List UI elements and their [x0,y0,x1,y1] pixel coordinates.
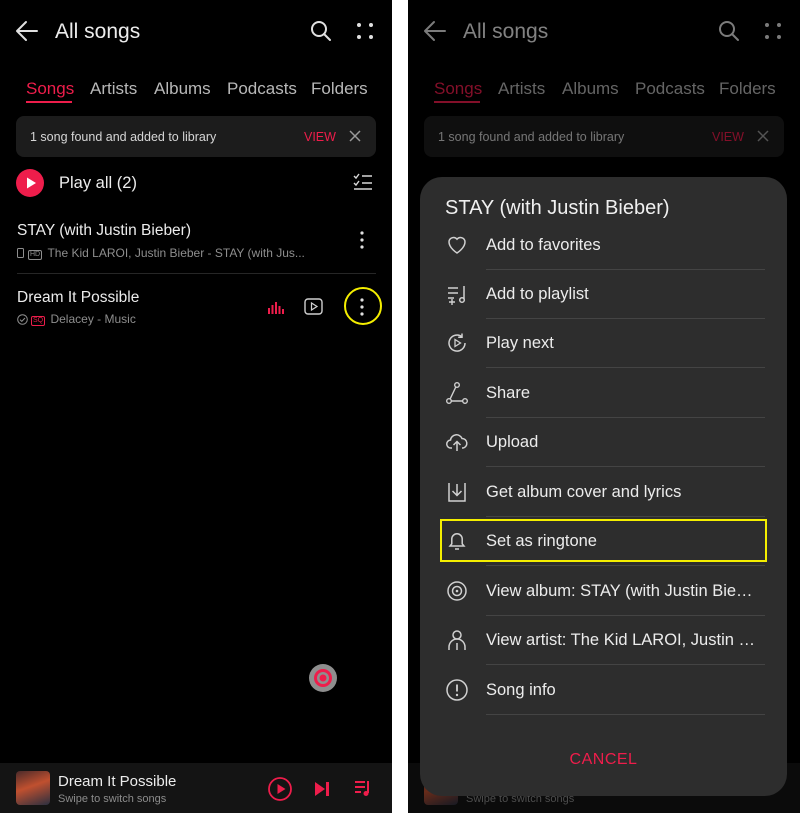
next-icon[interactable] [314,781,330,797]
list-item[interactable]: Dream It Possible SQ Delacey - Music [0,280,392,334]
playlist-icon[interactable] [354,780,372,797]
divider [17,273,376,274]
song-options-sheet: STAY (with Justin Bieber) Add to favorit… [420,177,787,796]
video-icon[interactable] [304,298,323,315]
banner-view-link[interactable]: VIEW [304,130,336,144]
tab-songs[interactable]: Songs [26,79,74,99]
quality-badge: SQ [31,316,46,326]
menu-item-get-album-cover[interactable]: Get album cover and lyrics [445,468,765,517]
play-circle-icon[interactable] [16,169,44,197]
list-item[interactable]: STAY (with Justin Bieber) HD The Kid LAR… [0,215,392,273]
divider [486,466,765,467]
divider [486,714,765,715]
search-icon[interactable] [310,20,332,42]
close-icon[interactable] [349,130,361,142]
player-title: Dream It Possible [58,773,177,790]
menu-item-view-artist[interactable]: View artist: The Kid LAROI, Justin Biebe… [445,616,765,665]
person-icon [445,628,469,652]
page-title: All songs [55,20,141,43]
tab-active-indicator [26,101,72,103]
add-playlist-icon [445,282,469,306]
more-vertical-icon[interactable] [360,231,364,249]
song-subtitle: Delacey - Music [50,312,136,326]
arrow-left-icon[interactable] [15,20,39,42]
menu-item-label: Upload [486,433,539,451]
song-title: STAY (with Justin Bieber) [17,222,192,239]
player-subtitle: Swipe to switch songs [58,793,167,805]
heart-icon [445,233,469,257]
highlight-marker [440,519,767,562]
menu-item-share[interactable]: Share [445,369,765,418]
menu-item-label: Get album cover and lyrics [486,483,682,501]
menu-item-label: Song info [486,681,556,699]
tab-albums[interactable]: Albums [154,79,211,99]
divider [486,367,765,368]
download-icon [445,480,469,504]
play-next-icon [445,331,469,355]
menu-item-add-to-playlist[interactable]: Add to playlist [445,270,765,319]
divider [486,565,765,566]
tab-podcasts[interactable]: Podcasts [227,79,297,99]
song-subtitle: The Kid LAROI, Justin Bieber - STAY (wit… [47,246,305,260]
cancel-button[interactable]: CANCEL [420,751,787,769]
phone-icon [17,248,24,258]
tab-folders[interactable]: Folders [311,79,368,99]
song-title: Dream It Possible [17,289,140,306]
highlight-marker [344,287,382,325]
checklist-icon[interactable] [353,173,373,191]
menu-item-label: Add to favorites [486,236,601,254]
menu-item-view-album[interactable]: View album: STAY (with Justin Bieber) [445,567,765,616]
sheet-title: STAY (with Justin Bieber) [445,197,670,219]
menu-item-play-next[interactable]: Play next [445,319,765,368]
play-icon[interactable] [268,777,292,801]
menu-item-label: Play next [486,334,554,352]
disc-icon [445,579,469,603]
menu-item-label: Add to playlist [486,285,589,303]
locate-song-icon[interactable] [309,664,337,692]
tab-artists[interactable]: Artists [90,79,137,99]
share-icon [445,381,469,405]
menu-item-add-to-favorites[interactable]: Add to favorites [445,221,765,270]
check-circle-icon [17,314,28,325]
upload-cloud-icon [445,430,469,454]
library-banner: 1 song found and added to library VIEW [16,116,376,157]
banner-text: 1 song found and added to library [30,130,217,144]
menu-item-label: View album: STAY (with Justin Bieber) [486,582,761,600]
info-icon [445,678,469,702]
screen-song-list: All songs Songs Artists Albums Podcasts … [0,0,392,813]
divider [486,664,765,665]
mini-player[interactable]: Dream It Possible Swipe to switch songs [0,763,392,813]
menu-item-label: View artist: The Kid LAROI, Justin Biebe… [486,631,761,649]
menu-item-song-info[interactable]: Song info [445,666,765,715]
screen-song-options: All songs Songs Artists Albums Podcasts … [408,0,800,813]
play-all-button[interactable]: Play all (2) [59,174,137,193]
menu-item-label: Share [486,384,531,402]
quality-badge: HD [28,250,43,260]
album-art [16,771,50,805]
equalizer-icon [268,302,284,314]
menu-item-upload[interactable]: Upload [445,418,765,467]
more-grid-icon[interactable] [356,22,374,40]
